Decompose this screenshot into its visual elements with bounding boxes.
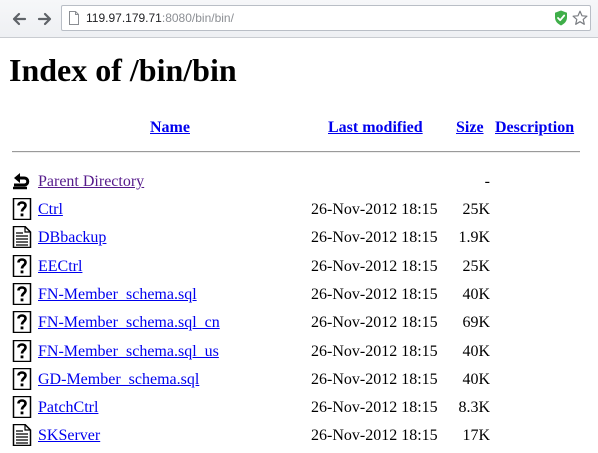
url-host: 119.97.179.71 xyxy=(86,11,162,25)
last-modified: 26-Nov-2012 18:15 xyxy=(311,286,438,303)
file-row: FN-Member_schema.sql 26-Nov-2012 18:15 40K xyxy=(0,283,598,309)
file-link[interactable]: FN-Member_schema.sql_us xyxy=(38,343,219,361)
unknown-file-icon xyxy=(12,311,32,333)
browser-toolbar: 119.97.179.71:8080/bin/bin/ xyxy=(0,0,598,38)
shield-icon[interactable] xyxy=(554,10,568,26)
file-size: 8.3K xyxy=(458,399,490,416)
file-link[interactable]: GD-Member_schema.sql xyxy=(38,371,199,389)
file-row: FN-Member_schema.sql_us 26-Nov-2012 18:15… xyxy=(0,340,598,366)
parent-directory-icon xyxy=(13,173,30,190)
parent-directory-link[interactable]: Parent Directory xyxy=(38,173,144,191)
address-bar[interactable]: 119.97.179.71:8080/bin/bin/ xyxy=(61,5,591,31)
parent-directory-size: - xyxy=(484,173,490,190)
unknown-file-icon xyxy=(12,368,32,390)
file-link[interactable]: FN-Member_schema.sql xyxy=(38,286,197,304)
last-modified: 26-Nov-2012 18:15 xyxy=(311,229,438,246)
file-link[interactable]: Ctrl xyxy=(38,201,63,219)
back-arrow-icon xyxy=(12,12,27,26)
file-link[interactable]: PatchCtrl xyxy=(38,399,98,417)
sort-by-size-link[interactable]: Size xyxy=(456,119,484,137)
file-size: 25K xyxy=(462,201,490,218)
last-modified: 26-Nov-2012 18:15 xyxy=(311,343,438,360)
unknown-file-icon xyxy=(12,255,32,277)
file-size: 40K xyxy=(462,343,490,360)
file-row: EECtrl 26-Nov-2012 18:15 25K xyxy=(0,255,598,281)
text-file-icon xyxy=(12,424,32,446)
forward-button[interactable] xyxy=(34,8,56,30)
file-size: 1.9K xyxy=(458,229,490,246)
file-link[interactable]: EECtrl xyxy=(38,258,82,276)
file-link[interactable]: FN-Member_schema.sql_cn xyxy=(38,314,220,332)
file-size: 25K xyxy=(462,258,490,275)
file-row: GD-Member_schema.sql 26-Nov-2012 18:15 40K xyxy=(0,368,598,394)
last-modified: 26-Nov-2012 18:15 xyxy=(311,427,438,444)
text-file-icon xyxy=(12,226,32,248)
forward-arrow-icon xyxy=(37,12,52,26)
page-title: Index of /bin/bin xyxy=(9,52,237,88)
file-row: Ctrl 26-Nov-2012 18:15 25K xyxy=(0,198,598,224)
unknown-file-icon xyxy=(12,283,32,305)
file-row: FN-Member_schema.sql_cn 26-Nov-2012 18:15… xyxy=(0,311,598,337)
file-size: 40K xyxy=(462,286,490,303)
star-icon[interactable] xyxy=(572,10,588,26)
file-size: 40K xyxy=(462,371,490,388)
back-button[interactable] xyxy=(8,8,30,30)
file-size: 17K xyxy=(462,427,490,444)
sort-by-last-modified-link[interactable]: Last modified xyxy=(328,119,423,137)
last-modified: 26-Nov-2012 18:15 xyxy=(311,399,438,416)
last-modified: 26-Nov-2012 18:15 xyxy=(311,314,438,331)
unknown-file-icon xyxy=(12,396,32,418)
page-icon xyxy=(69,11,79,25)
file-link[interactable]: SKServer xyxy=(38,427,100,445)
last-modified: 26-Nov-2012 18:15 xyxy=(311,201,438,218)
sort-by-name-link[interactable]: Name xyxy=(150,119,190,137)
last-modified: 26-Nov-2012 18:15 xyxy=(311,371,438,388)
file-size: 69K xyxy=(462,314,490,331)
url-path: :8080/bin/bin/ xyxy=(161,11,234,25)
parent-directory-row: Parent Directory - xyxy=(0,170,598,196)
file-link[interactable]: DBbackup xyxy=(38,229,106,247)
file-row: DBbackup 26-Nov-2012 18:15 1.9K xyxy=(0,226,598,252)
last-modified: 26-Nov-2012 18:15 xyxy=(311,258,438,275)
file-row: SKServer 26-Nov-2012 18:15 17K xyxy=(0,424,598,450)
header-divider xyxy=(12,151,580,153)
file-row: PatchCtrl 26-Nov-2012 18:15 8.3K xyxy=(0,396,598,422)
unknown-file-icon xyxy=(12,340,32,362)
url-text: 119.97.179.71:8080/bin/bin/ xyxy=(86,11,234,26)
unknown-file-icon xyxy=(12,198,32,220)
sort-by-description-link[interactable]: Description xyxy=(495,119,574,137)
